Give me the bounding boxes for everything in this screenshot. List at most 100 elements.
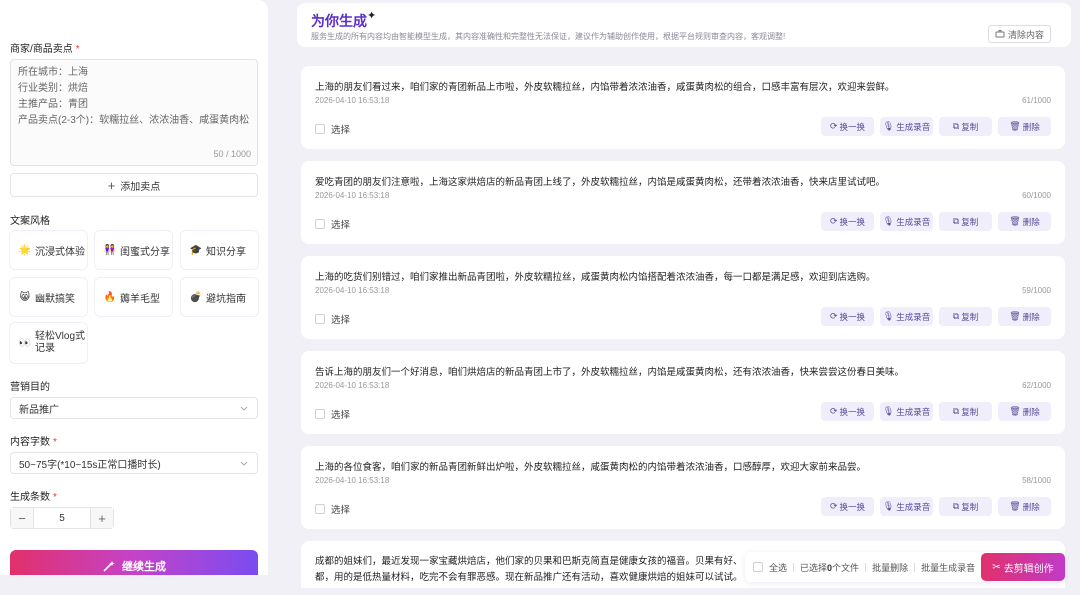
increment-button[interactable]: + [91, 508, 113, 528]
mic-icon: 🎙 [882, 121, 895, 131]
mic-icon: 🎙 [882, 216, 895, 226]
refresh-icon: ⟳ [829, 406, 838, 416]
result-time: 2026-04-10 16:53:18 [315, 381, 390, 390]
chevron-down-icon [240, 406, 248, 411]
result-text: 上海的朋友们看过来，咱们家的青团新品上市啦，外皮软糯拉丝，内馅带着浓浓油香，咸蛋… [315, 82, 895, 93]
go-edit-button[interactable]: ✂ 去剪辑创作 [981, 553, 1065, 581]
voice-button[interactable]: 🎙 生成录音 [880, 212, 933, 231]
regenerate-button[interactable]: ⟳ 换一换 [821, 402, 874, 421]
select-all-checkbox[interactable] [753, 562, 763, 572]
refresh-icon: ⟳ [829, 216, 838, 226]
style-card-bestie[interactable]: 👭 闺蜜式分享 [95, 231, 172, 269]
select-checkbox[interactable]: 选择 [315, 312, 350, 326]
delete-button[interactable]: 🗑 删除 [998, 307, 1051, 326]
result-card: 上海的各位食客，咱们家的新品青团新鲜出炉啦，外皮软糯拉丝，咸蛋黄肉松的内馅带着浓… [301, 446, 1065, 529]
chevron-down-icon [240, 461, 248, 466]
style-card-vlog[interactable]: 👀 轻松Vlog式记录 [10, 323, 87, 363]
regenerate-button[interactable]: ⟳ 换一换 [821, 307, 874, 326]
delete-button[interactable]: 🗑 删除 [998, 497, 1051, 516]
delete-button[interactable]: 🗑 删除 [998, 212, 1051, 231]
select-checkbox[interactable]: 选择 [315, 122, 350, 136]
trash-icon: 🗑 [1009, 121, 1021, 131]
result-count: 62/1000 [1022, 381, 1051, 390]
product-line: 产品卖点(2-3个)：软糯拉丝、浓浓油香、咸蛋黄肉松 [18, 115, 250, 126]
bomb-icon: 💣 [189, 291, 203, 303]
count-value[interactable]: 5 [33, 508, 91, 528]
style-card-pitfall[interactable]: 💣 避坑指南 [181, 278, 258, 316]
regenerate-button[interactable]: ⟳ 换一换 [821, 497, 874, 516]
voice-button[interactable]: 🎙 生成录音 [880, 497, 933, 516]
checkbox[interactable] [315, 409, 325, 419]
delete-button[interactable]: 🗑 删除 [998, 402, 1051, 421]
copy-button[interactable]: ⧉ 复制 [939, 307, 992, 326]
cat-face-icon: 😸 [19, 291, 31, 303]
copy-icon: ⧉ [952, 311, 960, 321]
eyes-icon: 👀 [18, 337, 32, 349]
trash-icon: 🗑 [1009, 406, 1021, 416]
checkbox[interactable] [315, 219, 325, 229]
panel-cutoff [0, 575, 268, 595]
checkbox[interactable] [315, 314, 325, 324]
result-time: 2026-04-10 16:53:18 [315, 191, 390, 200]
decrement-button[interactable]: − [11, 508, 33, 528]
result-count: 59/1000 [1022, 286, 1051, 295]
batch-delete-button[interactable]: 批量删除 [872, 561, 908, 574]
settings-panel: 商家/商品卖点 * 所在城市：上海 行业类别：烘焙 主推产品：青团 产品卖点(2-… [0, 0, 268, 595]
style-card-humor[interactable]: 😸 幽默搞笑 [10, 278, 87, 316]
result-card: 爱吃青团的朋友们注意啦，上海这家烘焙店的新品青团上线了，外皮软糯拉丝，内馅是咸蛋… [301, 161, 1065, 244]
batch-voice-button[interactable]: 批量生成录音 [921, 561, 975, 574]
voice-button[interactable]: 🎙 生成录音 [880, 117, 933, 136]
select-checkbox[interactable]: 选择 [315, 217, 350, 231]
refresh-icon: ⟳ [829, 501, 838, 511]
count-label: 生成条数 * [10, 492, 57, 503]
batch-action-bar: 全选 已选择0个文件 批量删除 批量生成录音 ✂ 去剪辑创作 [745, 552, 1065, 582]
checkbox[interactable] [315, 504, 325, 514]
trash-icon: 🗑 [1009, 311, 1021, 321]
result-text: 上海的吃货们别错过，咱们家推出新品青团啦，外皮软糯拉丝，咸蛋黄肉松内馅搭配着浓浓… [315, 272, 876, 283]
trash-icon: 🗑 [1009, 501, 1021, 511]
trash-icon: 🗑 [1009, 216, 1021, 226]
star-icon: 🌟 [18, 244, 32, 256]
select-all-label[interactable]: 全选 [769, 561, 787, 574]
product-textarea[interactable]: 所在城市：上海 行业类别：烘焙 主推产品：青团 产品卖点(2-3个)：软糯拉丝、… [10, 59, 258, 166]
magic-wand-icon [103, 561, 115, 572]
scissors-icon: ✂ [992, 561, 1001, 573]
voice-button[interactable]: 🎙 生成录音 [880, 307, 933, 326]
copy-icon: ⧉ [952, 406, 960, 416]
regenerate-button[interactable]: ⟳ 换一换 [821, 117, 874, 136]
refresh-icon: ⟳ [829, 121, 838, 131]
result-text: 成都的姐妹们，最近发现一家宝藏烘焙店，他们家的贝果和巴斯克简直是健康女孩的福音。… [315, 556, 743, 583]
copy-icon: ⧉ [952, 501, 960, 511]
refresh-icon: ⟳ [829, 311, 838, 321]
add-selling-point-button[interactable]: + 添加卖点 [10, 173, 258, 197]
length-select[interactable]: 50~75字(*10~15s正常口播时长) [10, 452, 258, 474]
clear-content-button[interactable]: 清除内容 [987, 25, 1051, 43]
copy-button[interactable]: ⧉ 复制 [939, 402, 992, 421]
voice-button[interactable]: 🎙 生成录音 [880, 402, 933, 421]
purpose-select[interactable]: 新品推广 [10, 397, 258, 419]
select-checkbox[interactable]: 选择 [315, 502, 350, 516]
fire-icon: 🔥 [103, 291, 117, 303]
style-card-knowledge[interactable]: 🎓 知识分享 [181, 231, 258, 269]
result-card: 上海的吃货们别错过，咱们家推出新品青团啦，外皮软糯拉丝，咸蛋黄肉松内馅搭配着浓浓… [301, 256, 1065, 339]
result-count: 61/1000 [1022, 96, 1051, 105]
style-card-immersive[interactable]: 🌟 沉浸式体验 [10, 231, 87, 269]
regenerate-button[interactable]: ⟳ 换一换 [821, 212, 874, 231]
result-card: 告诉上海的朋友们一个好消息，咱们烘焙店的新品青团上市了，外皮软糯拉丝，内馅是咸蛋… [301, 351, 1065, 434]
select-checkbox[interactable]: 选择 [315, 407, 350, 421]
copy-button[interactable]: ⧉ 复制 [939, 212, 992, 231]
mic-icon: 🎙 [882, 311, 895, 321]
copy-button[interactable]: ⧉ 复制 [939, 117, 992, 136]
length-label: 内容字数 * [10, 437, 57, 448]
sparkle-icon: ✦ [367, 10, 377, 22]
style-card-deals[interactable]: 🔥 薅羊毛型 [95, 278, 172, 316]
page-title: 为你生成 [311, 13, 367, 29]
delete-button[interactable]: 🗑 删除 [998, 117, 1051, 136]
copy-button[interactable]: ⧉ 复制 [939, 497, 992, 516]
copy-icon: ⧉ [952, 121, 960, 131]
count-stepper[interactable]: − 5 + [10, 507, 114, 529]
copy-icon: ⧉ [952, 216, 960, 226]
product-label: 商家/商品卖点 * [10, 44, 80, 55]
selected-status: 已选择0个文件 [800, 562, 860, 573]
checkbox[interactable] [315, 124, 325, 134]
